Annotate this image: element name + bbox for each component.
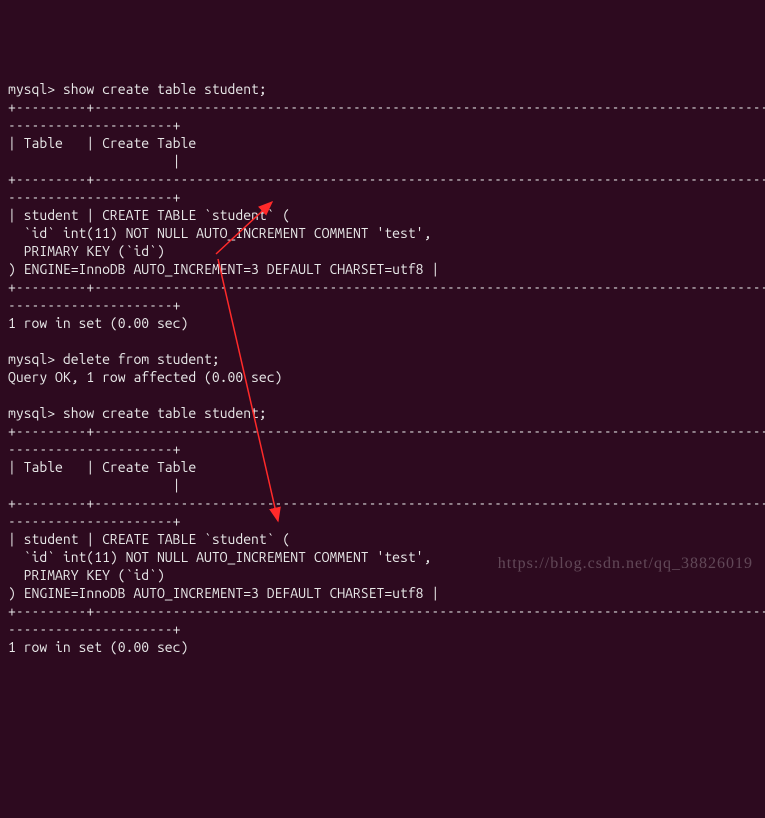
- table-border: +---------+-----------------------------…: [8, 423, 765, 439]
- table-border: +---------+-----------------------------…: [8, 171, 765, 187]
- prompt: mysql>: [8, 81, 55, 97]
- table-header: | Table | Create Table: [8, 135, 765, 151]
- table-border: +---------+-----------------------------…: [8, 279, 765, 295]
- create-table-line: | student | CREATE TABLE `student` (: [8, 531, 290, 547]
- table-border: ---------------------+: [8, 297, 180, 313]
- table-border: ---------------------+: [8, 189, 180, 205]
- table-border: ---------------------+: [8, 441, 180, 457]
- prompt: mysql>: [8, 351, 55, 367]
- create-table-line: PRIMARY KEY (`id`): [8, 567, 165, 583]
- terminal-output: mysql> show create table student; +-----…: [8, 80, 757, 656]
- table-header-cont: |: [8, 477, 180, 493]
- command-1: show create table student;: [63, 81, 267, 97]
- table-header: | Table | Create Table: [8, 459, 765, 475]
- result-line: 1 row in set (0.00 sec): [8, 639, 188, 655]
- create-table-line: ) ENGINE=InnoDB AUTO_INCREMENT=3 DEFAULT…: [8, 585, 439, 601]
- table-border: ---------------------+: [8, 621, 180, 637]
- create-table-line: `id` int(11) NOT NULL AUTO_INCREMENT COM…: [8, 225, 431, 241]
- table-border: ---------------------+: [8, 117, 180, 133]
- table-header-cont: |: [8, 153, 180, 169]
- table-border: +---------+-----------------------------…: [8, 603, 765, 619]
- prompt: mysql>: [8, 405, 55, 421]
- create-table-line: PRIMARY KEY (`id`): [8, 243, 165, 259]
- table-border: +---------+-----------------------------…: [8, 99, 765, 115]
- create-table-line: | student | CREATE TABLE `student` (: [8, 207, 290, 223]
- table-border: +---------+-----------------------------…: [8, 495, 765, 511]
- create-table-line: ) ENGINE=InnoDB AUTO_INCREMENT=3 DEFAULT…: [8, 261, 439, 277]
- command-3: show create table student;: [63, 405, 267, 421]
- create-table-line: `id` int(11) NOT NULL AUTO_INCREMENT COM…: [8, 549, 431, 565]
- result-line: Query OK, 1 row affected (0.00 sec): [8, 369, 282, 385]
- result-line: 1 row in set (0.00 sec): [8, 315, 188, 331]
- table-border: ---------------------+: [8, 513, 180, 529]
- command-2: delete from student;: [63, 351, 220, 367]
